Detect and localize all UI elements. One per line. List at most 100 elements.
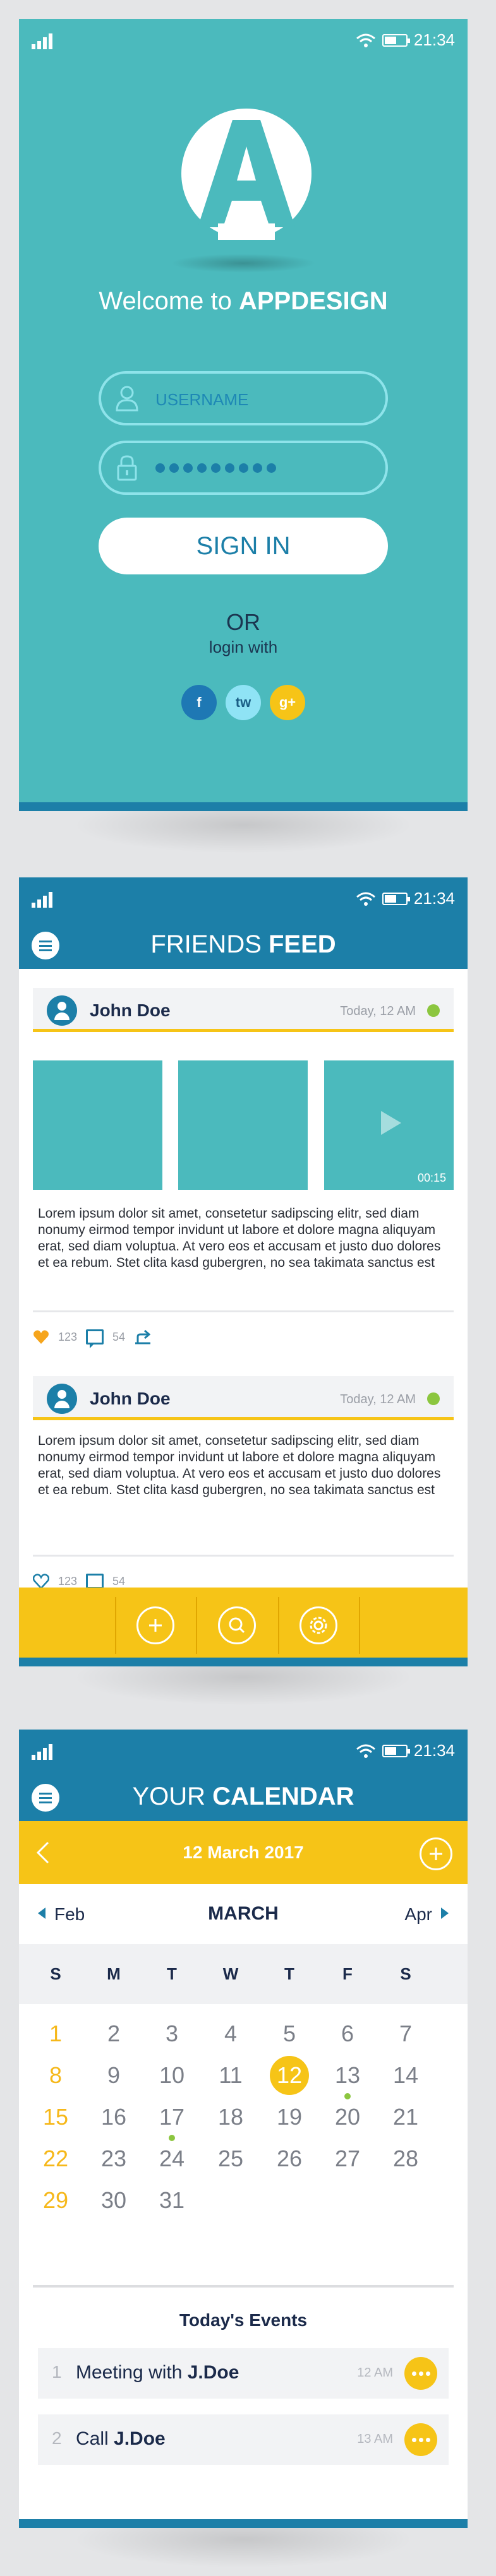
status-time: 21:34 <box>413 30 455 49</box>
sign-in-button[interactable]: SIGN IN <box>99 518 388 574</box>
add-icon <box>430 1848 442 1860</box>
password-dot <box>197 463 207 473</box>
selected-date: 12 March 2017 <box>183 1843 304 1862</box>
add-button[interactable] <box>136 1606 174 1644</box>
calendar-day[interactable]: 26 <box>269 2139 310 2179</box>
play-icon <box>381 1111 401 1135</box>
avatar[interactable] <box>47 995 77 1026</box>
calendar-day[interactable]: 30 <box>94 2180 134 2221</box>
or-label: OR <box>226 609 260 635</box>
prev-month-button[interactable]: Feb <box>38 1904 85 1925</box>
online-status-dot <box>427 1004 440 1017</box>
heart-icon[interactable] <box>33 1329 49 1344</box>
calendar-day[interactable]: 4 <box>210 2014 251 2054</box>
calendar-day[interactable]: 6 <box>327 2014 368 2054</box>
calendar-day[interactable]: 17 <box>152 2097 192 2137</box>
event-item[interactable]: 1 Meeting with J.Doe 12 AM <box>38 2348 449 2399</box>
event-item[interactable]: 2 Call J.Doe 13 AM <box>38 2414 449 2465</box>
calendar-day[interactable]: 18 <box>210 2097 251 2137</box>
prev-month-label: Feb <box>54 1904 85 1924</box>
status-time: 21:34 <box>413 1741 455 1760</box>
add-event-button[interactable] <box>420 1837 452 1870</box>
divider <box>33 1310 454 1312</box>
wifi-icon <box>356 892 375 906</box>
username-field[interactable]: USERNAME <box>99 371 388 425</box>
wifi-icon <box>356 1744 375 1758</box>
title-light: YOUR <box>132 1783 213 1810</box>
calendar-day[interactable]: 14 <box>385 2055 426 2096</box>
event-number: 1 <box>52 2362 62 2382</box>
video-thumbnail[interactable]: 00:15 <box>324 1060 454 1190</box>
password-field[interactable] <box>99 441 388 495</box>
weekday-header: SMTWTFS <box>19 1944 468 2004</box>
calendar-day[interactable]: 16 <box>94 2097 134 2137</box>
calendar-day[interactable]: 5 <box>269 2014 310 2054</box>
calendar-day[interactable]: 29 <box>35 2180 76 2221</box>
calendar-day[interactable]: 31 <box>152 2180 192 2221</box>
calendar-day-today[interactable]: 12 <box>269 2055 310 2096</box>
calendar-day[interactable]: 25 <box>210 2139 251 2179</box>
password-dot <box>253 463 262 473</box>
comment-icon[interactable] <box>86 1329 104 1348</box>
likes-count: 123 <box>58 1574 78 1588</box>
calendar-day[interactable]: 13 <box>327 2055 368 2096</box>
facebook-login-button[interactable]: f <box>181 685 217 720</box>
event-time: 12 AM <box>357 2366 393 2380</box>
separator <box>196 1597 197 1654</box>
twitter-login-button[interactable]: tw <box>226 685 261 720</box>
password-dot <box>239 463 248 473</box>
event-title: Call J.Doe <box>76 2428 166 2450</box>
calendar-day[interactable]: 8 <box>35 2055 76 2096</box>
calendar-screen: 21:34 YOUR CALENDAR 12 March 2017 MARCH … <box>19 1730 468 2528</box>
status-time: 21:34 <box>413 889 455 908</box>
share-icon[interactable] <box>134 1329 152 1344</box>
calendar-day[interactable]: 20 <box>327 2097 368 2137</box>
post-actions: 123 54 <box>33 1327 152 1348</box>
avatar[interactable] <box>47 1384 77 1414</box>
calendar-day[interactable]: 27 <box>327 2139 368 2179</box>
calendar-day[interactable]: 23 <box>94 2139 134 2179</box>
search-button[interactable] <box>218 1606 256 1644</box>
bottom-accent-bar <box>19 2519 468 2528</box>
calendar-day[interactable]: 11 <box>210 2055 251 2096</box>
photo-thumbnail[interactable] <box>33 1060 162 1190</box>
calendar-day[interactable]: 22 <box>35 2139 76 2179</box>
signal-icon <box>32 33 54 49</box>
more-options-button[interactable] <box>404 2423 437 2456</box>
divider <box>33 1555 454 1557</box>
post-author[interactable]: John Doe <box>90 1000 171 1021</box>
settings-icon <box>310 1617 327 1634</box>
brand-name: APPDESIGN <box>238 287 388 315</box>
password-dots <box>155 463 276 473</box>
event-title-text: Call <box>76 2428 114 2449</box>
page-title: YOUR CALENDAR <box>19 1783 468 1811</box>
calendar-day[interactable]: 19 <box>269 2097 310 2137</box>
more-options-button[interactable] <box>404 2357 437 2390</box>
status-bar: 21:34 <box>19 1730 468 1774</box>
calendar-day[interactable]: 2 <box>94 2014 134 2054</box>
settings-button[interactable] <box>299 1606 337 1644</box>
google-plus-login-button[interactable]: g+ <box>270 685 305 720</box>
heart-icon[interactable] <box>33 1574 49 1589</box>
calendar-day[interactable]: 7 <box>385 2014 426 2054</box>
separator <box>115 1597 116 1654</box>
welcome-heading: Welcome to APPDESIGN <box>19 287 468 316</box>
comment-icon[interactable] <box>86 1574 104 1593</box>
calendar-day[interactable]: 24 <box>152 2139 192 2179</box>
calendar-day[interactable]: 9 <box>94 2055 134 2096</box>
calendar-day[interactable]: 10 <box>152 2055 192 2096</box>
calendar-day[interactable]: 28 <box>385 2139 426 2179</box>
bottom-accent-bar <box>19 1658 468 1666</box>
facebook-icon: f <box>197 694 202 710</box>
calendar-day[interactable]: 15 <box>35 2097 76 2137</box>
separator <box>278 1597 279 1654</box>
calendar-day[interactable]: 21 <box>385 2097 426 2137</box>
signal-icon <box>32 891 54 908</box>
weekday-label: F <box>342 1964 353 1983</box>
status-bar: 21:34 <box>19 877 468 922</box>
calendar-day[interactable]: 1 <box>35 2014 76 2054</box>
next-month-button[interactable]: Apr <box>404 1904 449 1925</box>
post-author[interactable]: John Doe <box>90 1389 171 1409</box>
calendar-day[interactable]: 3 <box>152 2014 192 2054</box>
photo-thumbnail[interactable] <box>178 1060 308 1190</box>
